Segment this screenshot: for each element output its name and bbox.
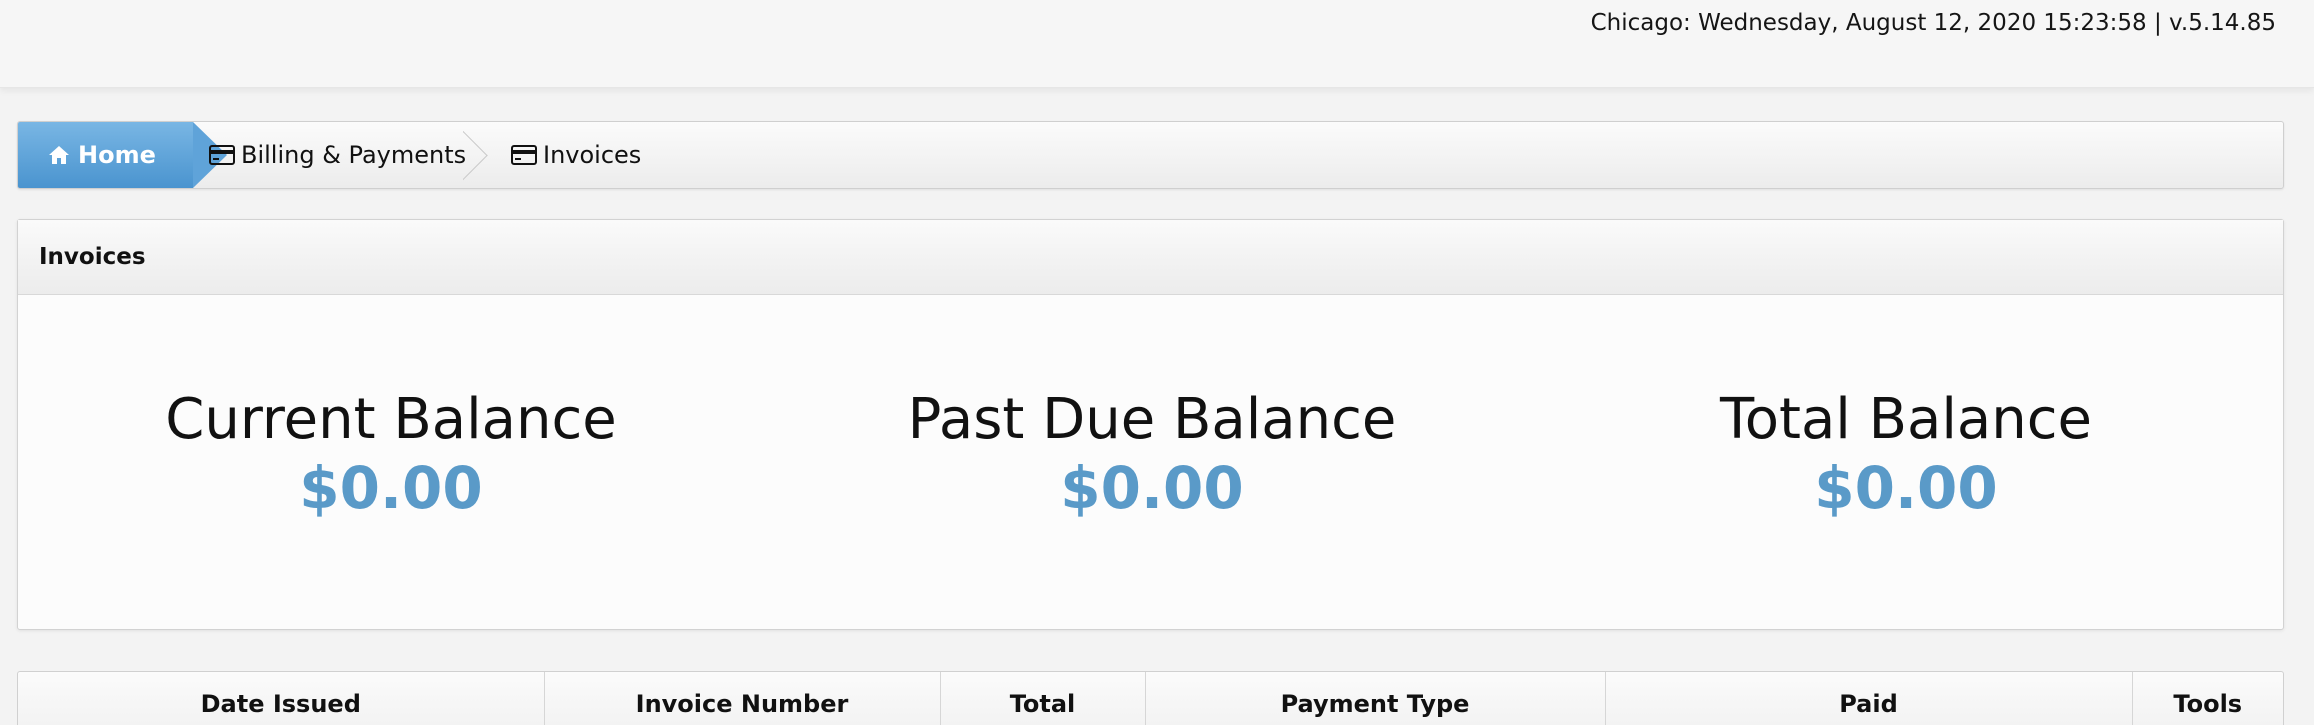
past-due-balance-label: Past Due Balance xyxy=(907,387,1397,452)
clock-version-text: Chicago: Wednesday, August 12, 2020 15:2… xyxy=(1590,10,2276,36)
breadcrumb-invoices-label: Invoices xyxy=(543,141,642,169)
column-date-issued[interactable]: Date Issued xyxy=(18,672,545,725)
past-due-balance-value: $0.00 xyxy=(1060,454,1244,522)
breadcrumb: Home Billing & Payments Invoices xyxy=(17,121,2284,189)
breadcrumb-home-label: Home xyxy=(78,141,156,169)
credit-card-icon xyxy=(511,145,537,165)
table-header-row: Date Issued Invoice Number Total Payment… xyxy=(18,672,2283,725)
breadcrumb-billing[interactable]: Billing & Payments xyxy=(209,122,466,188)
invoices-table: Date Issued Invoice Number Total Payment… xyxy=(17,671,2284,725)
total-balance: Total Balance $0.00 xyxy=(1526,387,2286,523)
home-icon xyxy=(49,146,69,164)
balances-row: Current Balance $0.00 Past Due Balance $… xyxy=(18,295,2283,630)
past-due-balance: Past Due Balance $0.00 xyxy=(772,387,1532,523)
breadcrumb-billing-label: Billing & Payments xyxy=(241,141,467,169)
breadcrumb-separator xyxy=(463,122,493,188)
column-payment-type[interactable]: Payment Type xyxy=(1145,672,1606,725)
breadcrumb-invoices[interactable]: Invoices xyxy=(511,122,641,188)
invoices-panel: Invoices Current Balance $0.00 Past Due … xyxy=(17,219,2284,630)
breadcrumb-home[interactable]: Home xyxy=(18,122,227,188)
panel-title: Invoices xyxy=(18,220,2283,295)
top-bar: Chicago: Wednesday, August 12, 2020 15:2… xyxy=(0,0,2314,88)
credit-card-icon xyxy=(209,145,235,165)
current-balance-label: Current Balance xyxy=(165,387,617,452)
column-tools: Tools xyxy=(2173,690,2243,718)
column-invoice-number[interactable]: Invoice Number xyxy=(544,672,941,725)
total-balance-value: $0.00 xyxy=(1814,454,1998,522)
total-balance-label: Total Balance xyxy=(1720,387,2092,452)
current-balance-value: $0.00 xyxy=(299,454,483,522)
column-paid[interactable]: Paid xyxy=(1605,672,2133,725)
column-total[interactable]: Total xyxy=(940,672,1146,725)
current-balance: Current Balance $0.00 xyxy=(11,387,771,523)
